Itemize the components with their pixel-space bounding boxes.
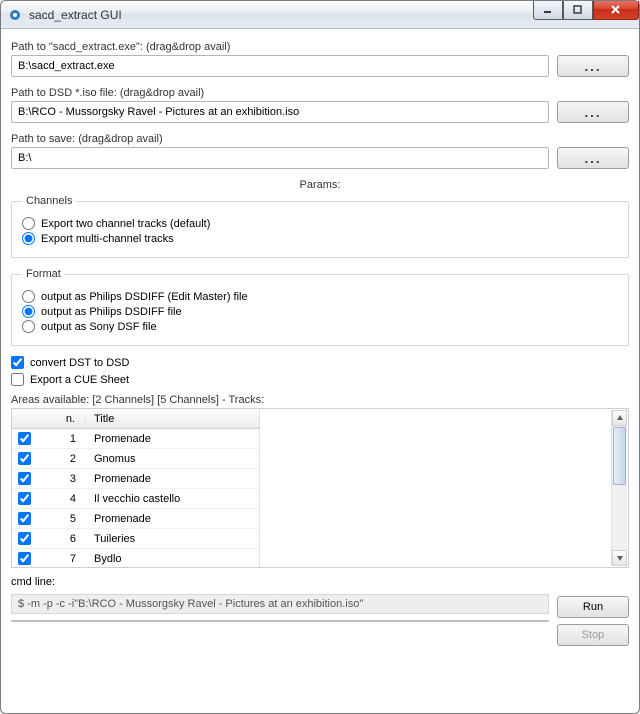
track-number: 2 bbox=[36, 453, 86, 465]
close-button[interactable] bbox=[593, 1, 639, 20]
format-dsdiff-label: output as Philips DSDIFF file bbox=[41, 306, 182, 318]
track-number: 7 bbox=[36, 553, 86, 565]
convert-dst-row[interactable]: convert DST to DSD bbox=[11, 356, 629, 369]
track-checkbox[interactable] bbox=[18, 452, 31, 465]
track-number: 4 bbox=[36, 493, 86, 505]
format-dsf-row[interactable]: output as Sony DSF file bbox=[22, 320, 618, 333]
format-editmaster-row[interactable]: output as Philips DSDIFF (Edit Master) f… bbox=[22, 290, 618, 303]
scroll-thumb[interactable] bbox=[613, 427, 626, 485]
track-header: n. Title bbox=[12, 409, 259, 429]
channels-multi-radio[interactable] bbox=[22, 232, 35, 245]
scroll-up-icon[interactable] bbox=[612, 410, 627, 426]
channels-multi-row[interactable]: Export multi-channel tracks bbox=[22, 232, 618, 245]
track-number: 1 bbox=[36, 433, 86, 445]
maximize-button[interactable] bbox=[563, 1, 593, 20]
track-title: Promenade bbox=[86, 513, 259, 525]
track-checkbox[interactable] bbox=[18, 532, 31, 545]
exe-path-label: Path to "sacd_extract.exe": (drag&drop a… bbox=[11, 41, 629, 53]
channels-multi-label: Export multi-channel tracks bbox=[41, 233, 174, 245]
channels-group: Channels Export two channel tracks (defa… bbox=[11, 195, 629, 258]
channels-two-radio[interactable] bbox=[22, 217, 35, 230]
save-browse-button[interactable]: ... bbox=[557, 147, 629, 169]
cmdline-label: cmd line: bbox=[11, 576, 549, 588]
scrollbar[interactable] bbox=[611, 410, 627, 566]
export-cue-label: Export a CUE Sheet bbox=[30, 374, 129, 386]
track-number: 6 bbox=[36, 533, 86, 545]
window-buttons bbox=[533, 1, 639, 28]
exe-browse-button[interactable]: ... bbox=[557, 55, 629, 77]
window-title: sacd_extract GUI bbox=[29, 8, 533, 22]
track-checkbox[interactable] bbox=[18, 552, 31, 565]
minimize-button[interactable] bbox=[533, 1, 563, 20]
track-list: n. Title 1Promenade2Gnomus3Promenade4Il … bbox=[11, 408, 629, 568]
iso-path-input[interactable] bbox=[11, 101, 549, 123]
format-dsdiff-radio[interactable] bbox=[22, 305, 35, 318]
track-title: Il vecchio castello bbox=[86, 493, 259, 505]
params-heading: Params: bbox=[11, 179, 629, 191]
table-row[interactable]: 7Bydlo bbox=[12, 549, 259, 567]
track-checkbox[interactable] bbox=[18, 492, 31, 505]
track-title: Promenade bbox=[86, 433, 259, 445]
channels-two-row[interactable]: Export two channel tracks (default) bbox=[22, 217, 618, 230]
convert-dst-label: convert DST to DSD bbox=[30, 357, 129, 369]
save-path-label: Path to save: (drag&drop avail) bbox=[11, 133, 629, 145]
convert-dst-checkbox[interactable] bbox=[11, 356, 24, 369]
table-row[interactable]: 5Promenade bbox=[12, 509, 259, 529]
format-dsf-label: output as Sony DSF file bbox=[41, 321, 157, 333]
exe-path-input[interactable] bbox=[11, 55, 549, 77]
table-row[interactable]: 1Promenade bbox=[12, 429, 259, 449]
scroll-down-icon[interactable] bbox=[612, 550, 627, 566]
format-editmaster-radio[interactable] bbox=[22, 290, 35, 303]
table-row[interactable]: 3Promenade bbox=[12, 469, 259, 489]
col-n-header[interactable]: n. bbox=[36, 413, 86, 425]
track-title: Promenade bbox=[86, 473, 259, 485]
iso-path-label: Path to DSD *.iso file: (drag&drop avail… bbox=[11, 87, 629, 99]
export-cue-checkbox[interactable] bbox=[11, 373, 24, 386]
table-row[interactable]: 2Gnomus bbox=[12, 449, 259, 469]
iso-browse-button[interactable]: ... bbox=[557, 101, 629, 123]
table-row[interactable]: 6Tuileries bbox=[12, 529, 259, 549]
titlebar: sacd_extract GUI bbox=[1, 1, 639, 29]
track-title: Gnomus bbox=[86, 453, 259, 465]
run-button[interactable]: Run bbox=[557, 596, 629, 618]
col-title-header[interactable]: Title bbox=[86, 413, 259, 425]
track-checkbox[interactable] bbox=[18, 432, 31, 445]
format-dsf-radio[interactable] bbox=[22, 320, 35, 333]
app-window: sacd_extract GUI Path to "sacd_extract.e… bbox=[0, 0, 640, 714]
save-path-input[interactable] bbox=[11, 147, 549, 169]
export-cue-row[interactable]: Export a CUE Sheet bbox=[11, 373, 629, 386]
format-dsdiff-row[interactable]: output as Philips DSDIFF file bbox=[22, 305, 618, 318]
track-number: 3 bbox=[36, 473, 86, 485]
track-checkbox[interactable] bbox=[18, 512, 31, 525]
track-checkbox[interactable] bbox=[18, 472, 31, 485]
channels-two-label: Export two channel tracks (default) bbox=[41, 218, 210, 230]
channels-legend: Channels bbox=[22, 195, 76, 207]
app-icon bbox=[7, 7, 23, 23]
track-number: 5 bbox=[36, 513, 86, 525]
cmdline-value: $ -m -p -c -i"B:\RCO - Mussorgsky Ravel … bbox=[11, 594, 549, 614]
track-title: Bydlo bbox=[86, 553, 259, 565]
content-area: Path to "sacd_extract.exe": (drag&drop a… bbox=[1, 29, 639, 713]
format-group: Format output as Philips DSDIFF (Edit Ma… bbox=[11, 268, 629, 346]
track-title: Tuileries bbox=[86, 533, 259, 545]
table-row[interactable]: 4Il vecchio castello bbox=[12, 489, 259, 509]
format-legend: Format bbox=[22, 268, 65, 280]
progress-bar bbox=[11, 620, 549, 622]
format-editmaster-label: output as Philips DSDIFF (Edit Master) f… bbox=[41, 291, 248, 303]
stop-button[interactable]: Stop bbox=[557, 624, 629, 646]
areas-label: Areas available: [2 Channels] [5 Channel… bbox=[11, 394, 629, 406]
